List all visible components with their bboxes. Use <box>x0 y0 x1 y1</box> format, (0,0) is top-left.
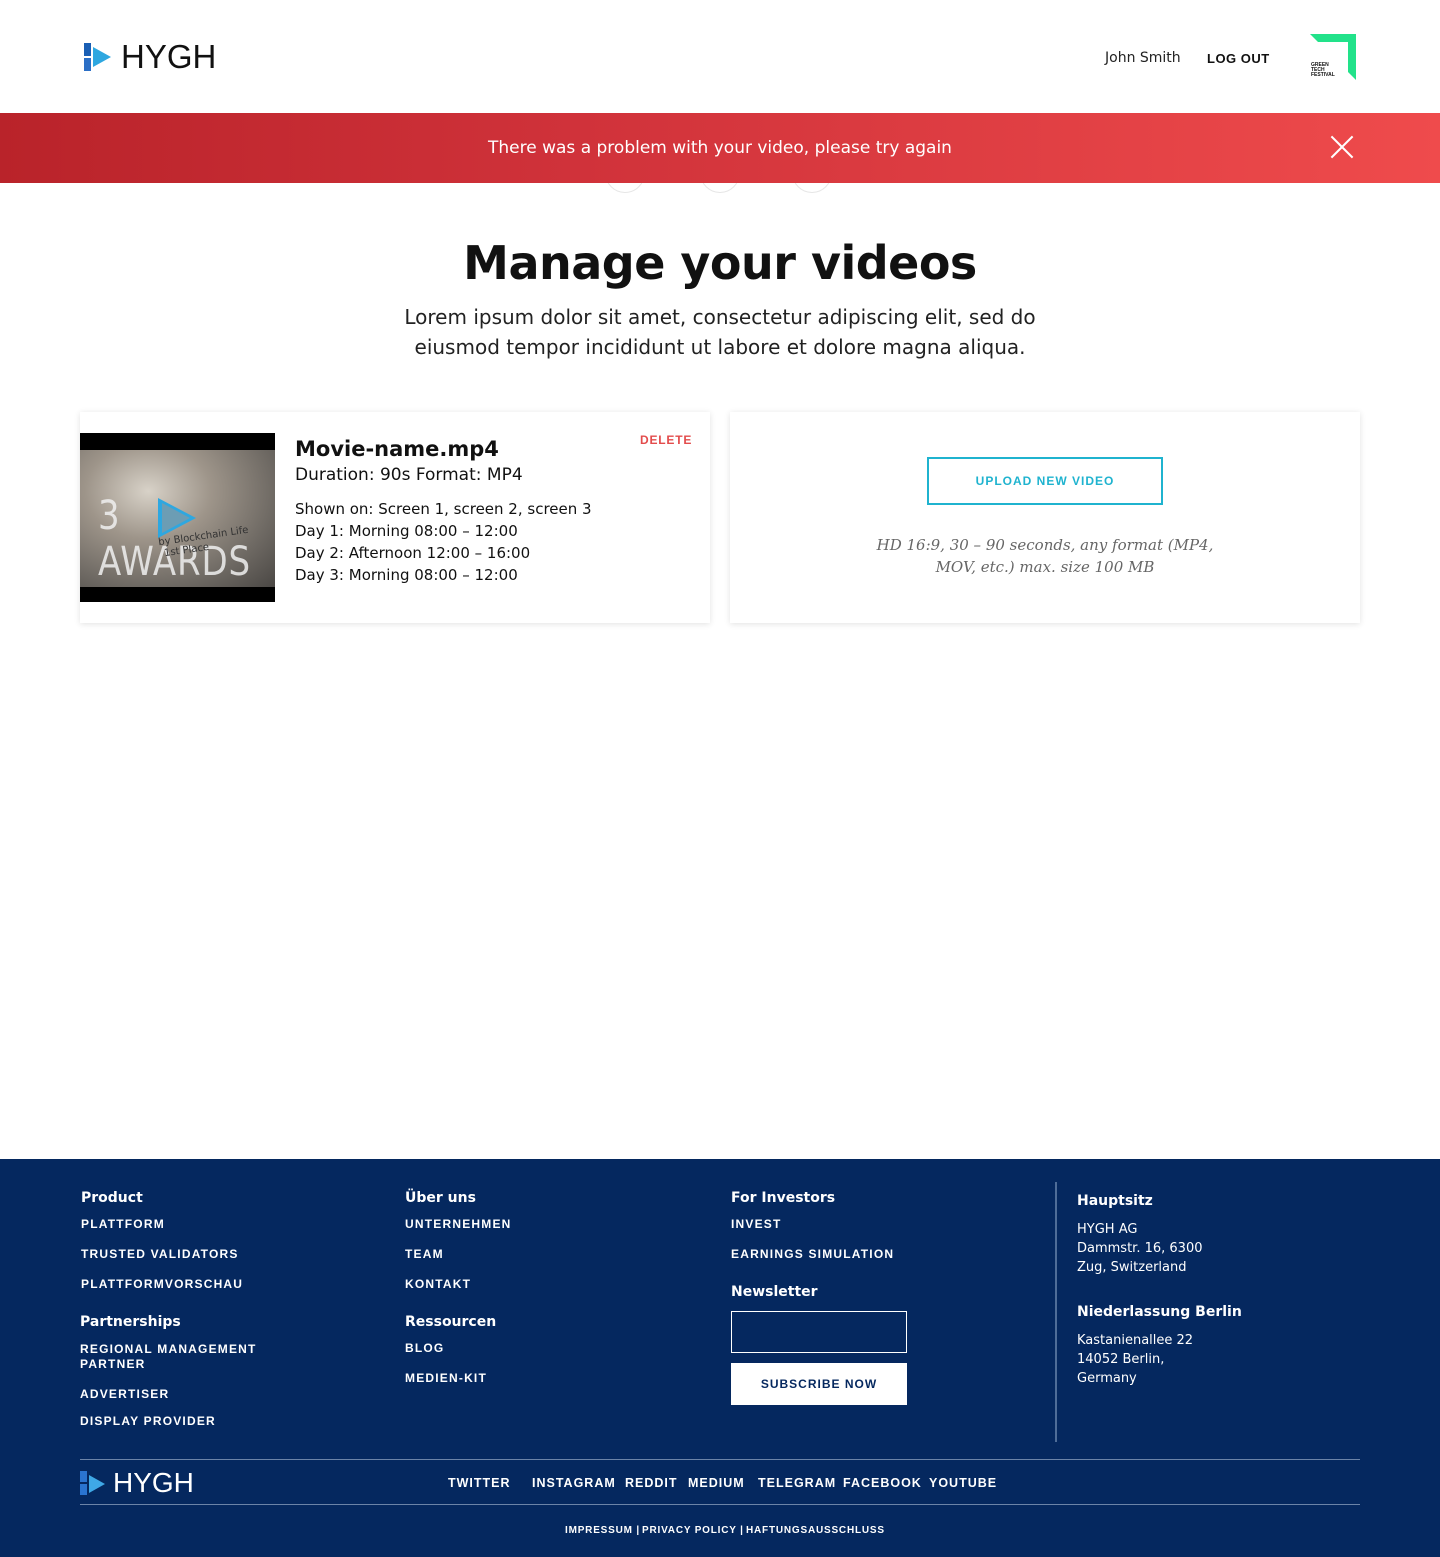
partner-logo-text: GREEN TECH FESTIVAL <box>1311 62 1335 78</box>
footer-link-kontakt[interactable]: KONTAKT <box>405 1277 471 1292</box>
social-link-instagram[interactable]: INSTAGRAM <box>532 1476 616 1490</box>
social-link-reddit[interactable]: REDDIT <box>625 1476 678 1490</box>
logo-text: HYGH <box>121 38 217 75</box>
footer-link-plattform[interactable]: PLATTFORM <box>81 1217 165 1232</box>
hq-address: HYGH AG Dammstr. 16, 6300 Zug, Switzerla… <box>1077 1220 1202 1277</box>
delete-button[interactable]: DELETE <box>640 433 692 447</box>
footer-divider <box>80 1459 1360 1460</box>
error-alert-banner: There was a problem with your video, ple… <box>0 113 1440 183</box>
footer-link-advertiser[interactable]: ADVERTISER <box>80 1387 169 1402</box>
footer-heading-resources: Ressourcen <box>405 1314 497 1330</box>
footer-heading-product: Product <box>81 1190 143 1206</box>
logout-button[interactable]: LOG OUT <box>1207 51 1270 66</box>
shown-on: Shown on: Screen 1, screen 2, screen 3 <box>295 500 592 518</box>
footer-link-plattformvorschau[interactable]: PLATTFORMVORSCHAU <box>81 1277 243 1292</box>
footer-link-display-provider[interactable]: DISPLAY PROVIDER <box>80 1414 216 1429</box>
video-thumbnail[interactable]: 3 AWARDS by Blockchain Life 1st Place <box>80 433 275 602</box>
legal-link-impressum[interactable]: IMPRESSUM | <box>565 1525 640 1536</box>
footer-link-trusted-validators[interactable]: TRUSTED VALIDATORS <box>81 1247 239 1262</box>
hq-line-2: Dammstr. 16, 6300 <box>1077 1241 1203 1256</box>
subscribe-now-button[interactable]: SUBSCRIBE NOW <box>731 1363 907 1405</box>
legal-link-haftungsausschluss[interactable]: HAFTUNGSAUSSCHLUSS <box>746 1525 885 1536</box>
footer-link-blog[interactable]: BLOG <box>405 1341 444 1356</box>
upload-new-video-button[interactable]: UPLOAD NEW VIDEO <box>927 457 1163 505</box>
video-meta: Duration: 90s Format: MP4 <box>295 465 523 485</box>
footer-link-team[interactable]: TEAM <box>405 1247 444 1262</box>
berlin-address: Kastanienallee 22 14052 Berlin, Germany <box>1077 1331 1193 1388</box>
footer-link-invest[interactable]: INVEST <box>731 1217 782 1232</box>
alert-message: There was a problem with your video, ple… <box>488 138 952 158</box>
schedule-day-3: Day 3: Morning 08:00 – 12:00 <box>295 566 518 584</box>
footer-link-unternehmen[interactable]: UNTERNEHMEN <box>405 1217 512 1232</box>
green-tech-festival-logo[interactable]: GREEN TECH FESTIVAL <box>1310 34 1356 80</box>
hygh-logo-mark-icon <box>80 1469 110 1497</box>
footer-link-earnings-simulation[interactable]: EARNINGS SIMULATION <box>731 1247 894 1262</box>
footer-heading-investors: For Investors <box>731 1190 836 1206</box>
hq-line-1: HYGH AG <box>1077 1222 1138 1237</box>
newsletter-email-input[interactable] <box>731 1311 907 1353</box>
social-link-twitter[interactable]: TWITTER <box>448 1476 511 1490</box>
user-name[interactable]: John Smith <box>1105 50 1181 66</box>
berlin-line-2: 14052 Berlin, <box>1077 1352 1165 1367</box>
social-link-youtube[interactable]: YOUTUBE <box>929 1476 997 1490</box>
legal-link-privacy-policy[interactable]: PRIVACY POLICY | <box>642 1525 744 1536</box>
social-link-medium[interactable]: MEDIUM <box>688 1476 745 1490</box>
footer-link-medien-kit[interactable]: MEDIEN-KIT <box>405 1371 487 1386</box>
footer-heading-about: Über uns <box>405 1190 476 1206</box>
berlin-line-1: Kastanienallee 22 <box>1077 1333 1194 1348</box>
footer-heading-partnerships: Partnerships <box>80 1314 181 1330</box>
play-icon[interactable] <box>158 498 196 538</box>
footer-heading-hq: Hauptsitz <box>1077 1193 1153 1209</box>
video-schedule: Shown on: Screen 1, screen 2, screen 3 D… <box>295 498 592 586</box>
footer-link-regional-management-partner[interactable]: REGIONAL MANAGEMENT PARTNER <box>80 1342 280 1372</box>
social-link-telegram[interactable]: TELEGRAM <box>758 1476 836 1490</box>
video-file-name: Movie-name.mp4 <box>295 437 499 461</box>
hq-line-3: Zug, Switzerland <box>1077 1260 1187 1275</box>
page-title: Manage your videos <box>463 236 977 290</box>
schedule-day-2: Day 2: Afternoon 12:00 – 16:00 <box>295 544 531 562</box>
schedule-day-1: Day 1: Morning 08:00 – 12:00 <box>295 522 518 540</box>
video-card: 3 AWARDS by Blockchain Life 1st Place Mo… <box>80 412 710 623</box>
upload-card: UPLOAD NEW VIDEO HD 16:9, 30 – 90 second… <box>730 412 1360 623</box>
upload-hint: HD 16:9, 30 – 90 seconds, any format (MP… <box>876 536 1214 576</box>
social-link-facebook[interactable]: FACEBOOK <box>843 1476 922 1490</box>
footer-divider <box>80 1504 1360 1505</box>
berlin-line-3: Germany <box>1077 1371 1137 1386</box>
site-footer: Product PLATTFORM TRUSTED VALIDATORS PLA… <box>0 1159 1440 1557</box>
page-subtitle: Lorem ipsum dolor sit amet, consectetur … <box>404 305 1036 359</box>
footer-heading-newsletter: Newsletter <box>731 1284 818 1300</box>
footer-vertical-divider <box>1055 1182 1057 1442</box>
hygh-logo-mark-icon <box>84 41 118 73</box>
hygh-logo[interactable]: HYGH <box>84 40 216 73</box>
footer-hygh-logo[interactable]: HYGH <box>80 1469 194 1497</box>
footer-heading-berlin: Niederlassung Berlin <box>1077 1304 1242 1320</box>
site-header: HYGH John Smith LOG OUT GREEN TECH FESTI… <box>0 0 1440 113</box>
footer-logo-text: HYGH <box>113 1467 194 1498</box>
close-icon[interactable] <box>1330 134 1355 159</box>
step-indicator: 1 2 3 <box>0 153 1440 195</box>
